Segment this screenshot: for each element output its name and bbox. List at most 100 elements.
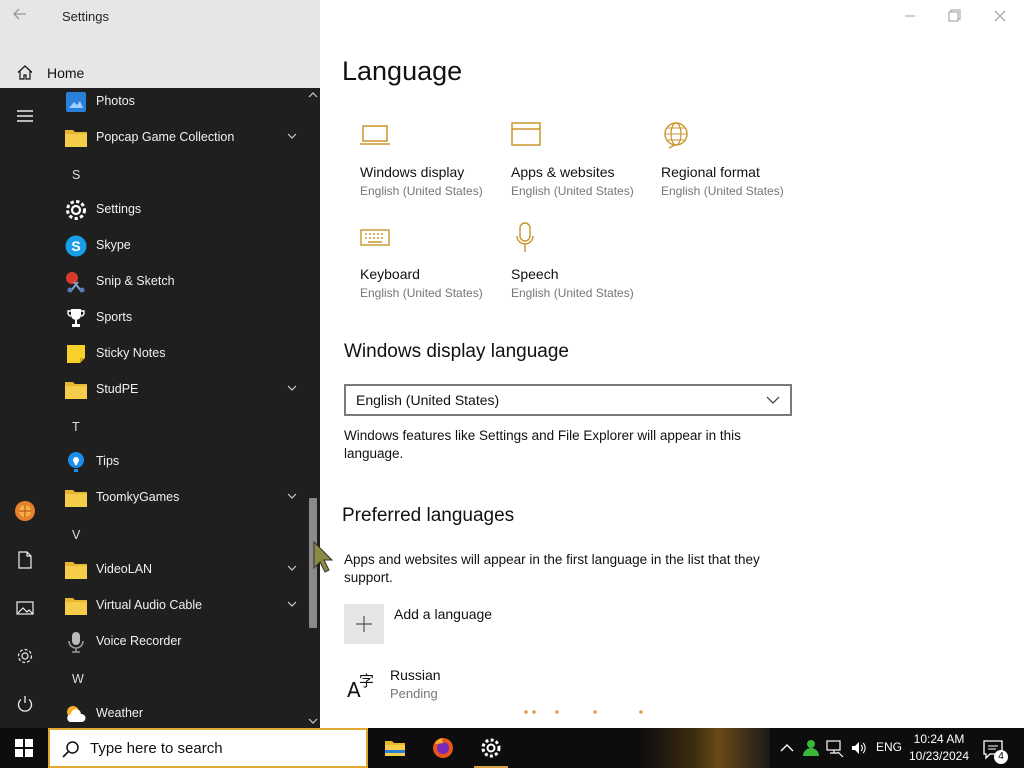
taskbar-settings[interactable] bbox=[468, 728, 514, 768]
tile-subtitle: English (United States) bbox=[360, 286, 483, 300]
app-popcap-game-collection[interactable]: Popcap Game Collection bbox=[50, 120, 306, 156]
add-language-button[interactable] bbox=[344, 604, 384, 644]
start-menu: Photos Popcap Game Collection S Settings… bbox=[0, 88, 320, 728]
start-rail bbox=[0, 88, 50, 728]
skype-icon: S bbox=[65, 235, 87, 257]
home-label: Home bbox=[47, 65, 85, 81]
expand-menu-button[interactable] bbox=[13, 104, 37, 128]
language-status: Pending bbox=[390, 686, 438, 701]
search-icon bbox=[62, 741, 79, 758]
lightbulb-icon bbox=[68, 452, 84, 472]
app-virtual-audio-cable[interactable]: Virtual Audio Cable bbox=[50, 588, 306, 624]
pictures-button[interactable] bbox=[13, 596, 37, 620]
preferred-languages-heading: Preferred languages bbox=[342, 505, 515, 526]
settings-content: Language Windows display English (United… bbox=[313, 0, 1024, 728]
documents-button[interactable] bbox=[13, 548, 37, 572]
taskbar-search[interactable]: Type here to search bbox=[48, 728, 368, 768]
taskbar-file-explorer[interactable] bbox=[372, 728, 418, 768]
snip-sketch-icon bbox=[66, 272, 85, 293]
app-label: Tips bbox=[96, 454, 120, 468]
chevron-down-icon bbox=[287, 133, 297, 139]
app-settings[interactable]: Settings bbox=[50, 192, 306, 228]
settings-rail-button[interactable] bbox=[13, 644, 37, 668]
picture-icon bbox=[16, 601, 34, 615]
folder-icon bbox=[65, 562, 87, 579]
tile-title: Windows display bbox=[360, 164, 465, 180]
chevron-up-icon[interactable] bbox=[778, 739, 796, 757]
app-list: Photos Popcap Game Collection S Settings… bbox=[50, 88, 306, 728]
tile-apps-websites[interactable]: Apps & websites English (United States) bbox=[511, 120, 651, 210]
app-snip-sketch[interactable]: Snip & Sketch bbox=[50, 264, 306, 300]
start-button[interactable] bbox=[0, 728, 48, 768]
document-icon bbox=[18, 551, 32, 569]
app-label: Weather bbox=[96, 706, 144, 720]
scroll-down-icon[interactable] bbox=[308, 716, 318, 726]
chevron-down-icon bbox=[287, 385, 297, 391]
chevron-down-icon bbox=[287, 565, 297, 571]
start-menu-scrollbar[interactable] bbox=[306, 88, 320, 728]
app-label: Popcap Game Collection bbox=[96, 130, 235, 144]
letter-header-t[interactable]: T bbox=[72, 420, 80, 434]
close-button[interactable] bbox=[988, 6, 1012, 26]
app-label: VideoLAN bbox=[96, 562, 153, 576]
app-label: Voice Recorder bbox=[96, 634, 182, 648]
letter-header-s[interactable]: S bbox=[72, 168, 80, 182]
user-account-button[interactable] bbox=[13, 499, 37, 523]
back-button[interactable] bbox=[12, 6, 36, 26]
taskbar-firefox[interactable] bbox=[420, 728, 466, 768]
sticky-notes-icon bbox=[67, 345, 85, 363]
input-language-indicator[interactable]: ENG bbox=[876, 740, 902, 754]
clock-time[interactable]: 10:24 AM bbox=[900, 732, 978, 746]
app-weather[interactable]: Weather bbox=[50, 696, 306, 732]
tile-title: Regional format bbox=[661, 164, 760, 180]
display-language-description: Windows features like Settings and File … bbox=[344, 428, 741, 461]
app-studpe[interactable]: StudPE bbox=[50, 372, 306, 408]
page-title: Language bbox=[342, 56, 463, 86]
network-icon[interactable] bbox=[826, 739, 844, 757]
scroll-up-icon[interactable] bbox=[308, 90, 318, 100]
app-sports[interactable]: Sports bbox=[50, 300, 306, 336]
app-label: Settings bbox=[96, 202, 142, 216]
volume-icon[interactable] bbox=[850, 739, 868, 757]
photos-icon bbox=[66, 92, 86, 112]
add-language-label[interactable]: Add a language bbox=[394, 606, 492, 622]
tile-title: Apps & websites bbox=[511, 164, 615, 180]
letter-header-v[interactable]: V bbox=[72, 528, 80, 542]
file-explorer-icon bbox=[385, 741, 405, 756]
power-button[interactable] bbox=[13, 692, 37, 716]
app-videolan[interactable]: VideoLAN bbox=[50, 552, 306, 588]
notification-badge: 4 bbox=[994, 750, 1008, 764]
language-name: Russian bbox=[390, 667, 441, 683]
chevron-down-icon bbox=[287, 493, 297, 499]
app-skype[interactable]: S Skype bbox=[50, 228, 306, 264]
app-sticky-notes[interactable]: Sticky Notes bbox=[50, 336, 306, 372]
gear-icon bbox=[66, 200, 86, 220]
clock-date[interactable]: 10/23/2024 bbox=[900, 749, 978, 763]
letter-header-w[interactable]: W bbox=[72, 672, 84, 686]
minimize-button[interactable] bbox=[898, 6, 922, 26]
app-label: Snip & Sketch bbox=[96, 274, 175, 288]
tile-windows-display[interactable]: Windows display English (United States) bbox=[360, 120, 500, 210]
window-title: Settings bbox=[62, 9, 109, 24]
folder-icon bbox=[65, 130, 87, 147]
people-icon[interactable] bbox=[802, 739, 820, 757]
svg-text:字: 字 bbox=[359, 672, 374, 690]
tile-subtitle: English (United States) bbox=[661, 184, 784, 198]
tile-keyboard[interactable]: Keyboard English (United States) bbox=[360, 222, 500, 312]
tile-speech[interactable]: Speech English (United States) bbox=[511, 222, 651, 312]
restore-button[interactable] bbox=[942, 6, 966, 26]
app-label: StudPE bbox=[96, 382, 139, 396]
avatar bbox=[15, 501, 35, 521]
app-tips[interactable]: Tips bbox=[50, 444, 306, 480]
app-voice-recorder[interactable]: Voice Recorder bbox=[50, 624, 306, 660]
display-language-dropdown[interactable]: English (United States) bbox=[344, 384, 792, 416]
browser-window-icon bbox=[511, 122, 541, 146]
app-photos[interactable]: Photos bbox=[50, 84, 306, 120]
tile-regional-format[interactable]: Regional format English (United States) bbox=[661, 120, 801, 210]
tile-subtitle: English (United States) bbox=[360, 184, 483, 198]
app-toomkygames[interactable]: ToomkyGames bbox=[50, 480, 306, 516]
display-language-heading: Windows display language bbox=[344, 341, 569, 362]
app-label: Sports bbox=[96, 310, 133, 324]
svg-text:S: S bbox=[71, 238, 80, 254]
folder-icon bbox=[65, 382, 87, 399]
